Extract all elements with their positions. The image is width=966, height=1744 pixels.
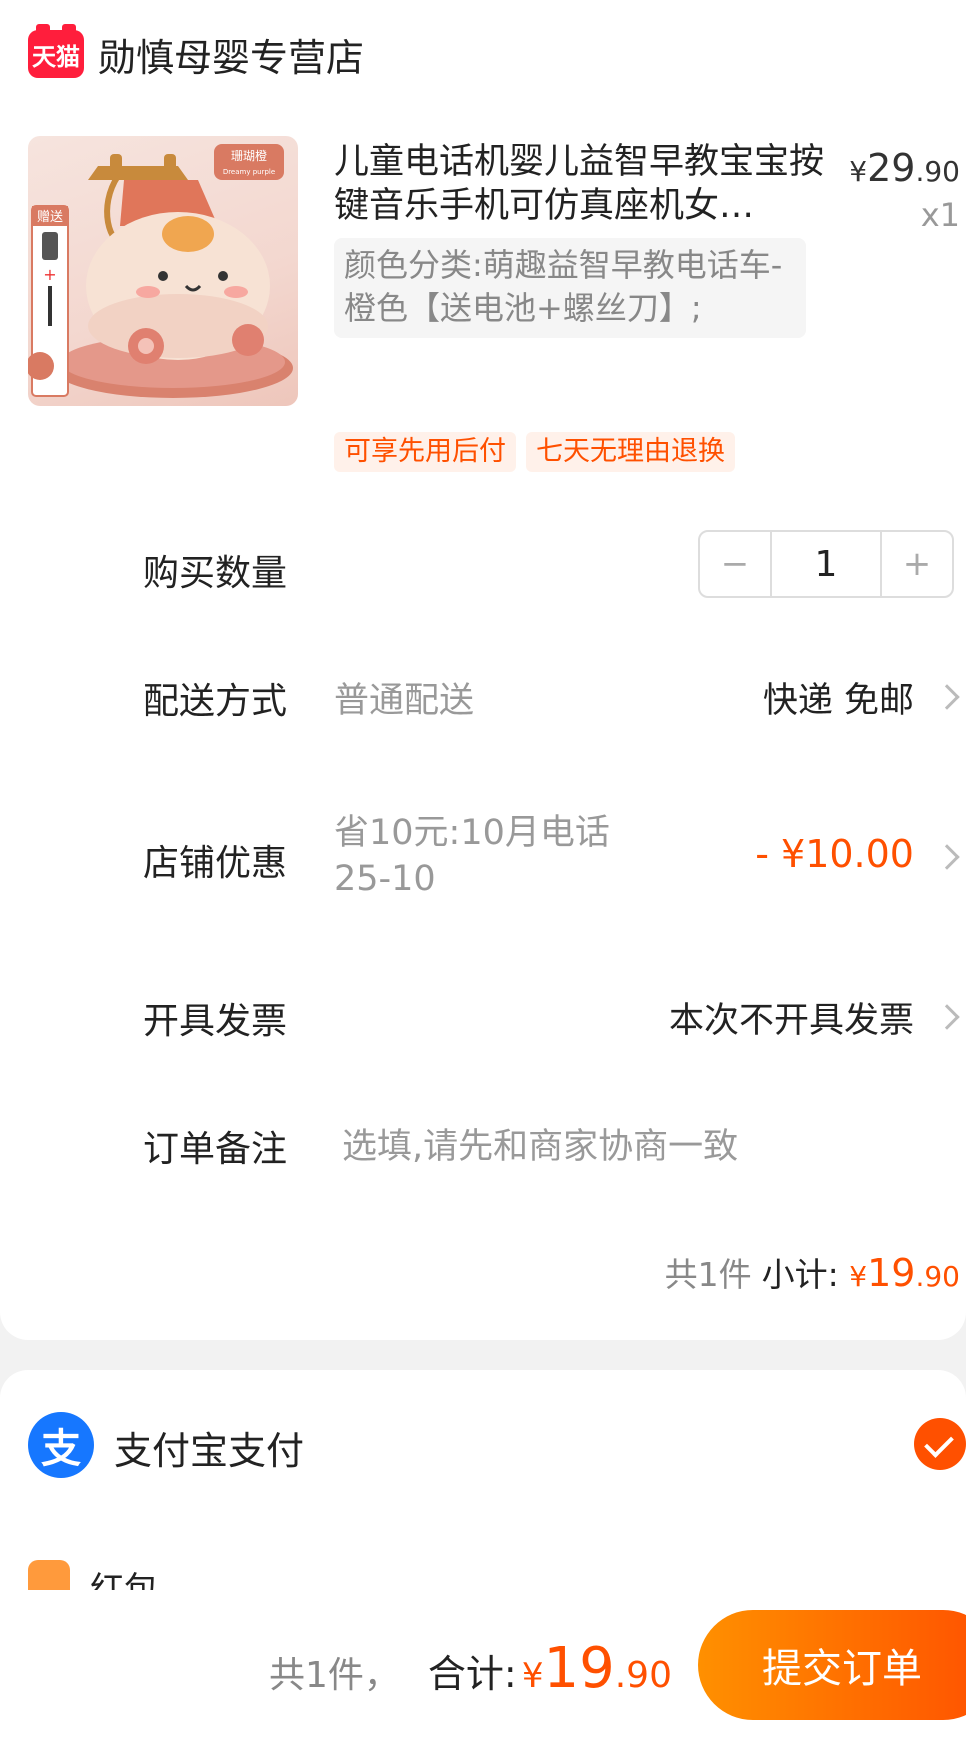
remark-label: 订单备注: [143, 1129, 288, 1170]
quantity-stepper[interactable]: − 1 +: [698, 530, 954, 598]
subtotal: 共1件 小计: ¥19.90: [665, 1248, 960, 1296]
product-price: ¥29.90: [849, 146, 960, 190]
alipay-icon: 支: [28, 1412, 94, 1478]
tag-pay-later: 可享先用后付: [334, 432, 516, 472]
payment-method-label[interactable]: 支付宝支付: [114, 1420, 304, 1475]
svg-text:Dreamy purple: Dreamy purple: [223, 168, 275, 176]
submit-order-button[interactable]: 提交订单: [698, 1610, 966, 1720]
total-label: 合计:: [427, 1652, 517, 1696]
brand-text: 珊瑚橙: [231, 148, 267, 163]
subtotal-label: 小计:: [761, 1255, 839, 1294]
remark-input[interactable]: 选填,请先和商家协商一致: [342, 1118, 738, 1169]
store-header[interactable]: 天猫 勋慎母婴专营店: [28, 24, 365, 80]
decrement-button[interactable]: −: [700, 532, 770, 596]
delivery-label: 配送方式: [143, 681, 288, 722]
subtotal-count: 共1件: [664, 1255, 752, 1294]
order-total: 共1件， 合计: ¥19.90: [269, 1636, 672, 1701]
order-card: 天猫 勋慎母婴专营店 珊瑚橙 Dreamy purple 赠送 + 儿童电话机婴…: [0, 0, 966, 1340]
product-image[interactable]: 珊瑚橙 Dreamy purple 赠送 +: [28, 136, 298, 406]
chevron-right-icon: [934, 684, 960, 710]
invoice-value: 本次不开具发票: [668, 1001, 914, 1041]
delivery-type: 普通配送: [334, 681, 475, 721]
product-quantity: x1: [920, 196, 960, 234]
total-amount: ¥19.90: [521, 1636, 672, 1701]
chevron-right-icon: [934, 844, 960, 870]
product-sku[interactable]: 颜色分类:萌趣益智早教电话车-橙色【送电池+螺丝刀】;: [334, 238, 806, 338]
checkmark-icon[interactable]: [914, 1418, 966, 1470]
quantity-value[interactable]: 1: [770, 532, 882, 596]
discount-value: - ¥10.00: [755, 832, 914, 876]
increment-button[interactable]: +: [882, 532, 952, 596]
discount-desc: 省10元:10月电话25-10: [334, 813, 610, 899]
store-name: 勋慎母婴专营店: [98, 35, 365, 80]
delivery-value: 快递 免邮: [762, 681, 914, 721]
service-tags: 可享先用后付 七天无理由退换: [334, 432, 735, 472]
discount-label: 店铺优惠: [143, 843, 288, 884]
svg-text:+: +: [43, 265, 56, 284]
chevron-right-icon: [934, 1004, 960, 1030]
bottom-bar: 共1件， 合计: ¥19.90 提交订单: [0, 1590, 966, 1744]
subtotal-amount: ¥19.90: [849, 1251, 960, 1295]
gift-text: 赠送: [37, 210, 63, 225]
quantity-label: 购买数量: [143, 553, 288, 594]
product-title[interactable]: 儿童电话机婴儿益智早教宝宝按键音乐手机可仿真座机女…: [334, 140, 824, 228]
tag-seven-day-return: 七天无理由退换: [526, 432, 735, 472]
total-count: 共1件，: [269, 1655, 400, 1696]
invoice-label: 开具发票: [143, 1001, 288, 1042]
tmall-icon: 天猫: [28, 24, 84, 78]
